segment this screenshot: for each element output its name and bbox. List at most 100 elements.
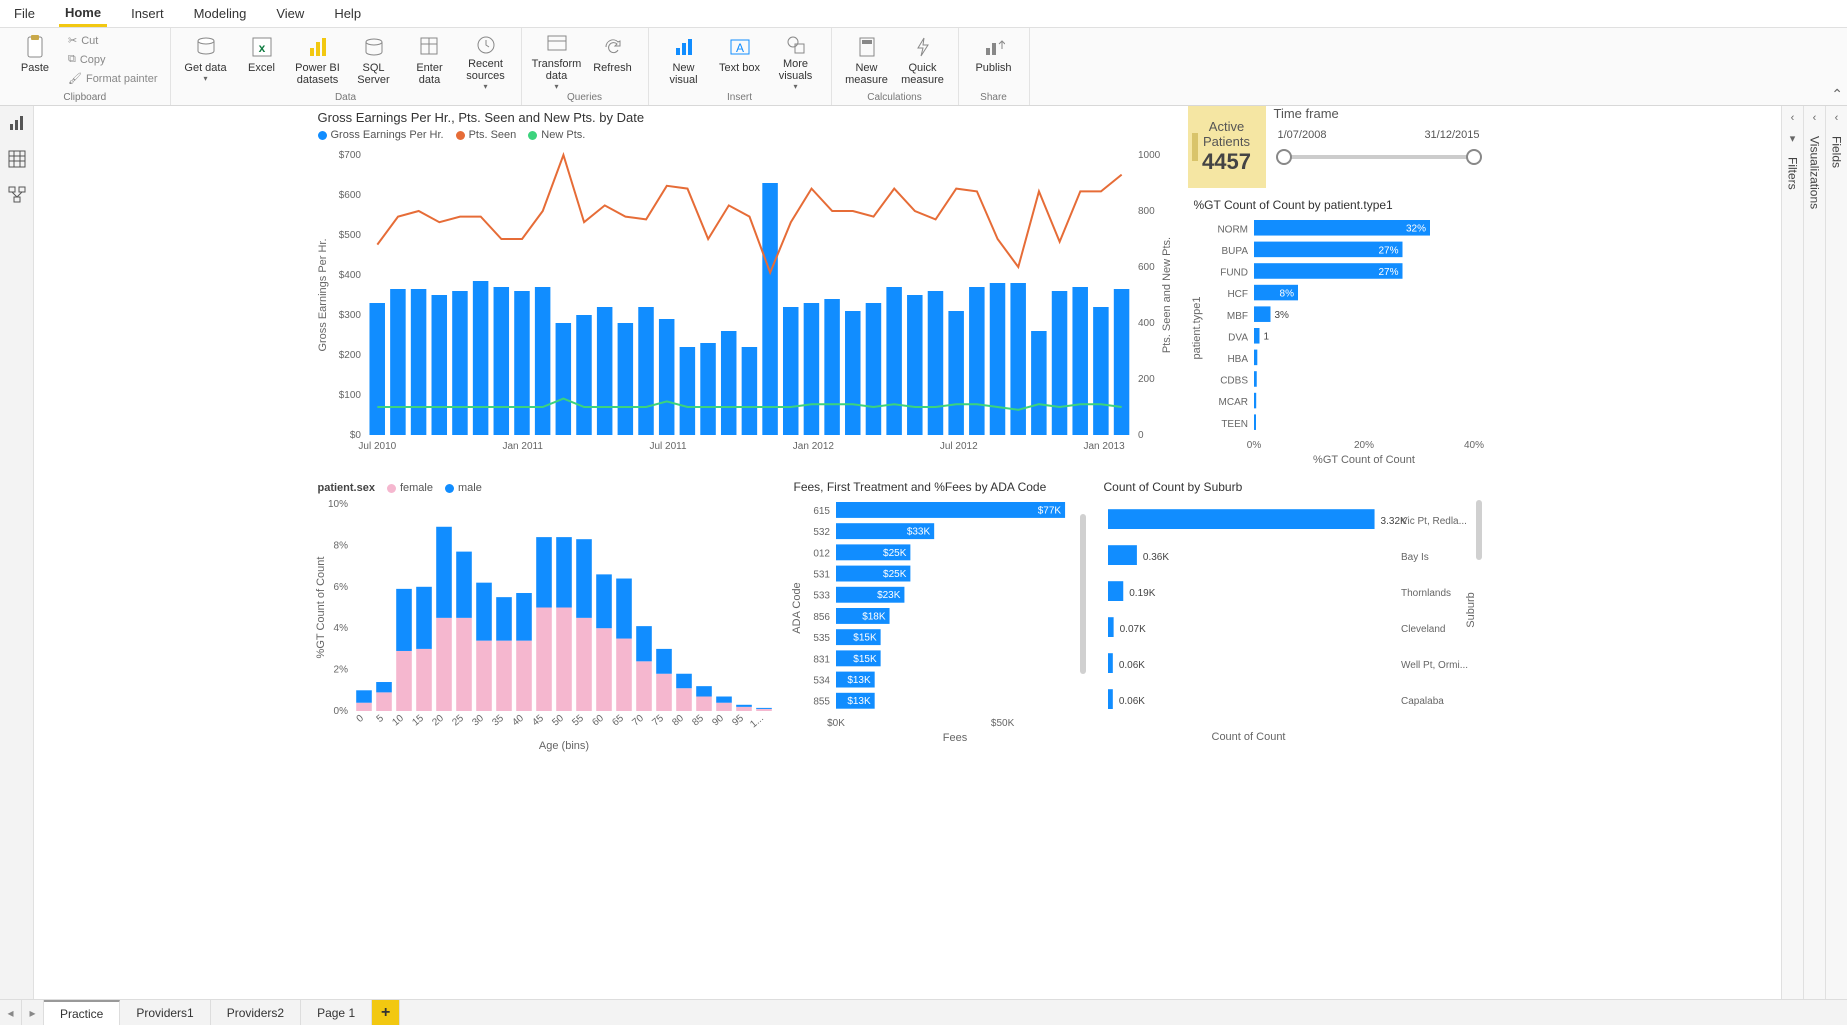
slicer-handle-end[interactable] [1466,149,1482,165]
menu-insert[interactable]: Insert [125,2,170,25]
ribbon-group-insert: New visual AText box More visuals▾ Inser… [649,28,832,105]
report-canvas[interactable]: Gross Earnings Per Hr., Pts. Seen and Ne… [308,106,1508,999]
table-pen-icon [417,34,443,60]
slicer-end: 31/12/2015 [1424,129,1479,141]
dot-icon [318,131,327,140]
excel-button[interactable]: xExcel [235,32,289,90]
slicer-handle-start[interactable] [1276,149,1292,165]
svg-text:012: 012 [813,548,830,559]
transform-data-button[interactable]: Transform data▾ [530,32,584,90]
refresh-button[interactable]: Refresh [586,32,640,90]
svg-text:Count of Count: Count of Count [1211,731,1285,743]
svg-text:32%: 32% [1405,224,1425,235]
svg-text:200: 200 [1138,374,1155,385]
svg-text:0.19K: 0.19K [1129,588,1155,599]
recent-sources-button[interactable]: Recent sources▾ [459,32,513,90]
tab-page1[interactable]: Page 1 [301,1000,372,1025]
scrollbar[interactable] [1080,514,1086,674]
svg-text:27%: 27% [1378,245,1398,256]
svg-text:Age (bins): Age (bins) [538,740,588,752]
active-patients-card[interactable]: Active Patients 4457 [1188,106,1266,188]
menu-view[interactable]: View [270,2,310,25]
ribbon-collapse-chevron-icon[interactable]: ⌃ [1831,86,1843,103]
page-next-button[interactable]: ▸ [22,1000,44,1025]
add-page-button[interactable]: + [372,1000,400,1025]
ribbon-label-data: Data [179,90,513,103]
menu-home[interactable]: Home [59,1,107,27]
timeframe-slicer[interactable]: Time frame 1/07/2008 31/12/2015 [1274,106,1484,188]
svg-text:MBF: MBF [1226,311,1247,322]
enter-data-button[interactable]: Enter data [403,32,457,90]
paste-button[interactable]: Paste [8,32,62,90]
visualizations-pane[interactable]: ‹ Visualizations [1803,106,1825,999]
svg-text:55: 55 [570,713,586,729]
svg-text:831: 831 [813,654,830,665]
page-prev-button[interactable]: ◂ [0,1000,22,1025]
new-visual-button[interactable]: New visual [657,32,711,90]
ribbon-label-clipboard: Clipboard [8,90,162,103]
svg-text:95: 95 [730,713,746,729]
more-visuals-button[interactable]: More visuals▾ [769,32,823,90]
publish-button[interactable]: Publish [967,32,1021,90]
pbi-datasets-button[interactable]: Power BI datasets [291,32,345,90]
menu-bar: File Home Insert Modeling View Help [0,0,1847,28]
tab-providers1[interactable]: Providers1 [120,1000,210,1025]
svg-text:Jan 2012: Jan 2012 [792,441,834,452]
svg-text:Jul 2011: Jul 2011 [649,441,687,452]
publish-icon [981,34,1007,60]
svg-text:HCF: HCF [1227,289,1248,300]
tab-providers2[interactable]: Providers2 [211,1000,301,1025]
svg-text:Jul 2010: Jul 2010 [358,441,396,452]
svg-text:$200: $200 [338,350,361,361]
svg-text:0%: 0% [1246,440,1261,451]
new-measure-button[interactable]: New measure [840,32,894,90]
svg-text:%GT Count of Count: %GT Count of Count [1313,454,1415,466]
svg-text:FUND: FUND [1220,268,1248,279]
svg-text:60: 60 [590,713,606,729]
ptype-chart-svg: NORM32%BUPA27%FUND27%HCF8%MBF3%DVA1HBACD… [1188,216,1484,466]
svg-text:$400: $400 [338,270,361,281]
sql-server-button[interactable]: SQL Server [347,32,401,90]
menu-modeling[interactable]: Modeling [188,2,253,25]
fields-pane[interactable]: ‹ Fields [1825,106,1847,999]
quick-measure-button[interactable]: Quick measure [896,32,950,90]
svg-text:$700: $700 [338,150,361,161]
svg-text:DVA: DVA [1228,332,1248,343]
svg-text:$77K: $77K [1037,505,1061,516]
report-view-button[interactable] [6,112,28,134]
data-view-button[interactable] [6,148,28,170]
get-data-button[interactable]: Get data▾ [179,32,233,90]
format-painter-button[interactable]: 🖌Format painter [64,70,162,87]
svg-text:400: 400 [1138,318,1155,329]
cut-button[interactable]: ✂Cut [64,32,162,49]
svg-text:BUPA: BUPA [1221,246,1248,257]
refresh-icon [600,34,626,60]
svg-text:0%: 0% [333,706,348,717]
dot-icon [456,131,465,140]
svg-text:0.36K: 0.36K [1142,552,1168,563]
age-sex-chart-visual[interactable]: patient.sex female male 0%2%4%6%8%10%051… [312,476,782,756]
combo-chart-visual[interactable]: Gross Earnings Per Hr., Pts. Seen and Ne… [312,106,1182,466]
patient-type-chart-visual[interactable]: %GT Count of Count by patient.type1 NORM… [1188,194,1484,466]
menu-file[interactable]: File [8,2,41,25]
menu-help[interactable]: Help [328,2,367,25]
text-box-button[interactable]: AText box [713,32,767,90]
kpi-title: Active Patients [1198,119,1256,149]
slicer-track[interactable] [1284,155,1474,159]
svg-text:35: 35 [490,713,506,729]
suburb-chart-visual[interactable]: Count of Count by Suburb 3.32KVic Pt, Re… [1098,476,1484,756]
database-icon [193,34,219,60]
svg-text:855: 855 [813,697,830,708]
svg-text:20: 20 [430,713,446,729]
copy-button[interactable]: ⧉Copy [64,51,162,68]
svg-text:NORM: NORM [1217,224,1248,235]
ada-chart-visual[interactable]: Fees, First Treatment and %Fees by ADA C… [788,476,1088,756]
tab-practice[interactable]: Practice [44,1000,120,1025]
ribbon-label-share: Share [967,90,1021,103]
scrollbar[interactable] [1476,500,1482,560]
model-view-button[interactable] [6,184,28,206]
svg-text:534: 534 [813,676,830,687]
svg-text:1000: 1000 [1138,150,1161,161]
transform-icon [544,34,570,56]
filters-pane[interactable]: ‹ ▾ Filters [1781,106,1803,999]
